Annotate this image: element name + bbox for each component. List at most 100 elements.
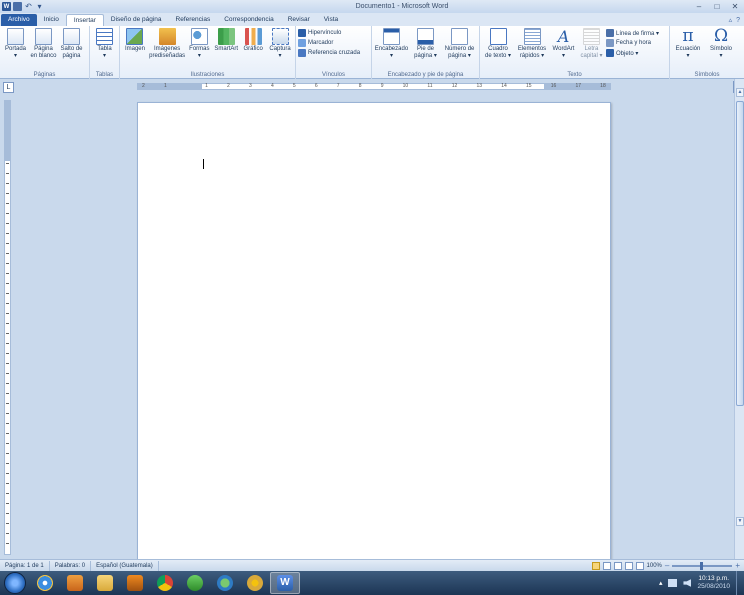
taskbar-ie[interactable]: [30, 572, 60, 594]
fecha-y-hora-button[interactable]: Fecha y hora: [606, 39, 659, 47]
linea-de-firma-button[interactable]: Línea de firma ▾: [606, 29, 659, 37]
taskbar-word[interactable]: W: [270, 572, 300, 594]
help-icon[interactable]: ?: [736, 17, 740, 24]
scroll-thumb[interactable]: [736, 101, 744, 406]
window-title: Documento1 - Microsoft Word: [355, 3, 449, 10]
title-bar: W ↶ ▾ Documento1 - Microsoft Word – □ ✕: [0, 0, 744, 13]
web-layout-view-button[interactable]: [613, 561, 622, 570]
page-count-status[interactable]: Página: 1 de 1: [0, 560, 50, 571]
drop-cap-icon: [583, 28, 600, 45]
language-status[interactable]: Español (Guatemala): [91, 560, 159, 571]
taskbar-paint[interactable]: [240, 572, 270, 594]
close-button[interactable]: ✕: [726, 2, 744, 11]
taskbar-messenger[interactable]: [180, 572, 210, 594]
minimize-ribbon-icon[interactable]: ▵: [729, 16, 733, 24]
minimize-button[interactable]: –: [690, 2, 708, 11]
encabezado-button[interactable]: Encabezado ▾: [374, 28, 409, 60]
winamp-icon: [127, 575, 143, 591]
tab-revisar[interactable]: Revisar: [281, 14, 317, 26]
scroll-up-button[interactable]: ▲: [736, 88, 744, 97]
zoom-slider[interactable]: [672, 561, 733, 570]
letra-capital-button[interactable]: Letra capital ▾: [578, 28, 605, 60]
ruler-tick-label: 17: [575, 83, 581, 89]
referencia-cruzada-button[interactable]: Referencia cruzada: [298, 49, 360, 57]
tab-archivo[interactable]: Archivo: [1, 14, 37, 26]
hipervinculo-button[interactable]: Hipervínculo: [298, 29, 360, 37]
hyperlink-icon: [298, 29, 306, 37]
blank-page-icon: [35, 28, 52, 45]
pagina-en-blanco-button[interactable]: Página en blanco: [30, 28, 57, 60]
show-desktop-button[interactable]: [736, 571, 744, 595]
chart-icon: [244, 28, 262, 45]
ecuacion-button[interactable]: π Ecuación ▾: [672, 28, 704, 60]
save-icon[interactable]: [13, 2, 22, 11]
portada-button[interactable]: Portada ▾: [2, 28, 29, 60]
wordart-button[interactable]: A WordArt ▾: [550, 28, 577, 60]
elementos-rapidos-button[interactable]: Elementos rápidos ▾: [515, 28, 549, 60]
document-page[interactable]: [137, 102, 611, 562]
pie-de-pagina-button[interactable]: Pie de página ▾: [410, 28, 441, 60]
pi-icon: π: [682, 26, 694, 46]
tab-insertar[interactable]: Insertar: [65, 14, 104, 26]
document-area: [14, 96, 733, 562]
zoom-slider-knob[interactable]: [700, 561, 704, 570]
taskbar-media[interactable]: [60, 572, 90, 594]
volume-icon[interactable]: [683, 579, 692, 587]
picture-icon: [126, 28, 144, 45]
word-logo-icon[interactable]: W: [2, 2, 11, 11]
zoom-in-button[interactable]: +: [735, 561, 740, 570]
tab-selector-button[interactable]: L: [3, 82, 14, 93]
vertical-ruler[interactable]: [4, 100, 11, 555]
taskbar-winamp[interactable]: [120, 572, 150, 594]
undo-icon[interactable]: ↶: [24, 2, 33, 11]
print-layout-view-button[interactable]: [591, 561, 600, 570]
taskbar-chrome[interactable]: [150, 572, 180, 594]
grafico-button[interactable]: Gráfico: [240, 28, 266, 53]
start-button[interactable]: [4, 572, 26, 594]
tab-correspondencia[interactable]: Correspondencia: [217, 14, 281, 26]
imagen-button[interactable]: Imagen: [122, 28, 148, 53]
draft-view-button[interactable]: [635, 561, 644, 570]
formas-button[interactable]: Formas ▾: [186, 28, 212, 60]
simbolo-button[interactable]: Ω Símbolo ▾: [705, 28, 737, 60]
word-count-status[interactable]: Palabras: 0: [50, 560, 92, 571]
objeto-button[interactable]: Objeto ▾: [606, 49, 659, 57]
full-screen-view-button[interactable]: [602, 561, 611, 570]
window-controls: – □ ✕: [684, 2, 744, 11]
tab-diseno-pagina[interactable]: Diseño de página: [104, 14, 169, 26]
imagenes-prediseñadas-button[interactable]: Imágenes prediseñadas: [149, 28, 185, 60]
cuadro-de-texto-button[interactable]: Cuadro de texto ▾: [482, 28, 514, 60]
tab-referencias[interactable]: Referencias: [169, 14, 218, 26]
customize-qat-icon[interactable]: ▾: [35, 2, 44, 11]
tab-vista[interactable]: Vista: [317, 14, 345, 26]
salto-de-pagina-button[interactable]: Salto de página: [58, 28, 85, 60]
ruler-tick-label: 2: [142, 83, 145, 89]
numero-de-pagina-button[interactable]: Número de página ▾: [442, 28, 477, 60]
text-cursor: [203, 159, 204, 169]
marcador-button[interactable]: Marcador: [298, 39, 360, 47]
taskbar-explorer[interactable]: [90, 572, 120, 594]
outline-view-button[interactable]: [624, 561, 633, 570]
tabla-button[interactable]: Tabla ▾: [92, 28, 117, 60]
word-icon: W: [277, 575, 293, 591]
system-tray: ▴ 10:13 p.m. 25/08/2010: [659, 575, 736, 591]
vertical-scrollbar[interactable]: ▲ ▼: [734, 79, 744, 559]
smartart-button[interactable]: SmartArt: [213, 28, 239, 53]
paint-icon: [247, 575, 263, 591]
zoom-out-button[interactable]: –: [665, 561, 669, 570]
scroll-down-button[interactable]: ▼: [736, 517, 744, 526]
status-bar: Página: 1 de 1 Palabras: 0 Español (Guat…: [0, 559, 744, 571]
network-icon[interactable]: [668, 579, 678, 587]
horizontal-ruler[interactable]: 2 1 1 2 3 4 5 6 7 8 9 10 11 12 13 14 15 16 17 18: [137, 83, 611, 90]
captura-button[interactable]: Captura ▾: [267, 28, 293, 60]
zoom-level[interactable]: 100%: [647, 563, 662, 569]
tab-inicio[interactable]: Inicio: [37, 14, 66, 26]
group-paginas: Portada ▾ Página en blanco Salto de pági…: [0, 26, 90, 79]
media-player-icon: [67, 575, 83, 591]
taskbar-globe[interactable]: [210, 572, 240, 594]
maximize-button[interactable]: □: [708, 2, 726, 11]
group-label-simbolos: Símbolos: [694, 72, 720, 78]
show-hidden-icons-button[interactable]: ▴: [659, 579, 663, 587]
clock[interactable]: 10:13 p.m. 25/08/2010: [697, 575, 730, 591]
vertical-ruler-top-margin: [5, 101, 10, 161]
